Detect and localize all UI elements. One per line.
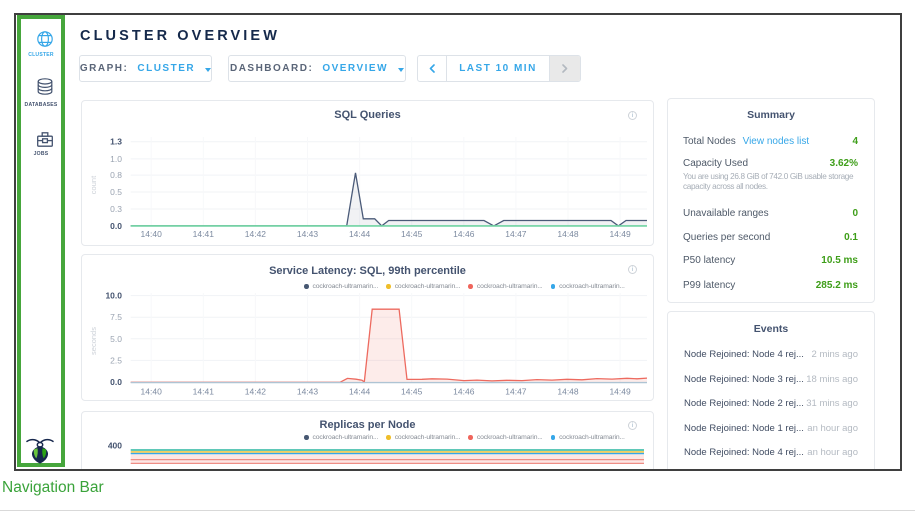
- svg-text:14:41: 14:41: [193, 386, 215, 396]
- svg-text:0.0: 0.0: [110, 221, 122, 231]
- svg-text:14:49: 14:49: [609, 229, 631, 239]
- svg-text:14:46: 14:46: [453, 229, 475, 239]
- svg-text:14:45: 14:45: [401, 229, 423, 239]
- svg-text:1.3: 1.3: [110, 137, 122, 147]
- svg-text:1.0: 1.0: [110, 154, 122, 164]
- svg-text:14:49: 14:49: [609, 386, 631, 396]
- svg-text:14:41: 14:41: [193, 229, 215, 239]
- svg-text:14:42: 14:42: [245, 229, 267, 239]
- svg-text:14:40: 14:40: [141, 386, 163, 396]
- svg-text:14:43: 14:43: [297, 386, 319, 396]
- svg-text:14:44: 14:44: [349, 386, 371, 396]
- svg-text:0.3: 0.3: [110, 204, 122, 214]
- svg-text:count: count: [89, 175, 98, 194]
- svg-text:14:45: 14:45: [401, 386, 423, 396]
- svg-text:7.5: 7.5: [110, 312, 122, 322]
- svg-text:400: 400: [108, 441, 122, 451]
- svg-text:14:48: 14:48: [557, 229, 579, 239]
- svg-text:14:47: 14:47: [505, 386, 527, 396]
- svg-text:14:47: 14:47: [505, 229, 527, 239]
- svg-text:0.0: 0.0: [110, 377, 122, 387]
- svg-text:14:46: 14:46: [453, 386, 475, 396]
- svg-text:10.0: 10.0: [105, 291, 122, 301]
- svg-text:14:48: 14:48: [557, 386, 579, 396]
- svg-text:seconds: seconds: [89, 327, 98, 355]
- svg-text:0.5: 0.5: [110, 187, 122, 197]
- svg-text:14:40: 14:40: [141, 229, 163, 239]
- svg-text:14:44: 14:44: [349, 229, 371, 239]
- svg-text:14:42: 14:42: [245, 386, 267, 396]
- svg-text:2.5: 2.5: [110, 355, 122, 365]
- svg-text:0.8: 0.8: [110, 170, 122, 180]
- svg-text:14:43: 14:43: [297, 229, 319, 239]
- svg-text:5.0: 5.0: [110, 334, 122, 344]
